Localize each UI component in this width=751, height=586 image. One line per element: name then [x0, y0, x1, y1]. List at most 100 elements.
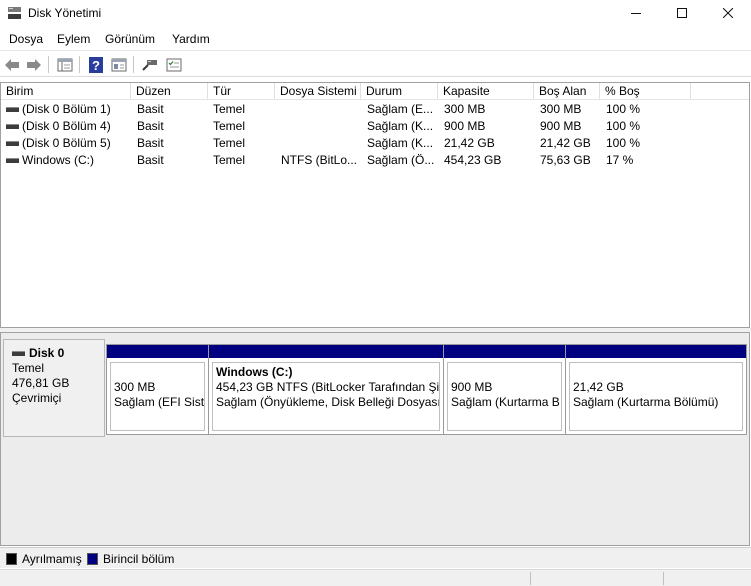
forward-arrow-icon [27, 58, 41, 71]
cell-tur: Temel [213, 153, 246, 167]
disk-size: 476,81 GB [12, 376, 70, 390]
cell-duzen: Basit [137, 119, 164, 133]
checklist-icon [166, 58, 182, 71]
partition-status: Sağlam (Önyükleme, Disk Belleği Dosyası, [216, 395, 439, 409]
partition-bar [107, 345, 208, 358]
title-bar: Disk Yönetimi [0, 0, 751, 28]
column-header-durum[interactable]: Durum [361, 83, 438, 100]
volume-icon [6, 158, 19, 163]
properties-icon [111, 58, 127, 71]
back-button[interactable] [3, 56, 21, 73]
menu-gorunum[interactable]: Görünüm [105, 32, 155, 46]
menu-yardim[interactable]: Yardım [172, 32, 210, 46]
cell-tur: Temel [213, 119, 246, 133]
legend-swatch-unallocated [6, 553, 17, 565]
cell-kapasite: 900 MB [444, 119, 486, 133]
partition-status: Sağlam (EFI Siste [114, 395, 204, 409]
menu-eylem[interactable]: Eylem [57, 32, 90, 46]
status-separator [663, 572, 664, 585]
partition-recovery-1[interactable]: 900 MB Sağlam (Kurtarma B [444, 345, 566, 434]
cell-dosya-sistemi [281, 135, 359, 152]
column-header-dosya-sistemi[interactable]: Dosya Sistemi [275, 83, 361, 100]
cell-birim: (Disk 0 Bölüm 5) [22, 136, 111, 150]
disk-0-partitions: 300 MB Sağlam (EFI Siste Windows (C:) 45… [106, 344, 747, 435]
back-arrow-icon [5, 58, 19, 71]
disk-graphical-view: Disk 0 Temel 476,81 GB Çevrimiçi 300 MB … [0, 332, 750, 546]
cell-kapasite: 21,42 GB [444, 136, 495, 150]
table-row[interactable]: Windows (C:) Basit Temel NTFS (BitLo... … [1, 152, 749, 169]
partition-size: 300 MB [114, 380, 156, 394]
cell-yuzde-bos: 17 % [606, 153, 634, 167]
partition-efi[interactable]: 300 MB Sağlam (EFI Siste [107, 345, 209, 434]
cell-duzen: Basit [137, 153, 164, 167]
legend-swatch-primary [87, 553, 98, 565]
connect-button[interactable] [141, 56, 159, 73]
partition-windows-c[interactable]: Windows (C:) 454,23 GB NTFS (BitLocker T… [209, 345, 444, 434]
legend-primary: Birincil bölüm [103, 552, 175, 566]
cell-durum: Sağlam (E... [367, 102, 434, 116]
partition-bar [444, 345, 565, 358]
partition-name [573, 365, 742, 380]
close-button[interactable] [705, 0, 751, 26]
cell-dosya-sistemi [281, 101, 359, 118]
status-bar [0, 569, 751, 586]
menu-bar: Dosya Eylem Görünüm Yardım [0, 29, 751, 49]
partition-status: Sağlam (Kurtarma B [451, 395, 560, 409]
disk-management-icon [7, 6, 22, 20]
window-title: Disk Yönetimi [28, 6, 102, 20]
cell-tur: Temel [213, 102, 246, 116]
column-header-yuzde-bos[interactable]: % Boş [600, 83, 691, 100]
connect-icon [142, 59, 157, 71]
cell-kapasite: 300 MB [444, 102, 486, 116]
help-button[interactable]: ? [87, 56, 105, 73]
forward-button[interactable] [25, 56, 43, 73]
disk-name: Disk 0 [29, 346, 65, 360]
cell-duzen: Basit [137, 102, 164, 116]
checklist-button[interactable] [165, 56, 183, 73]
column-header-kapasite[interactable]: Kapasite [438, 83, 534, 100]
toolbar-separator [79, 56, 80, 73]
partition-size: 454,23 GB NTFS (BitLocker Tarafından Şif… [216, 380, 439, 394]
disk-icon [12, 351, 25, 357]
partition-recovery-2[interactable]: 21,42 GB Sağlam (Kurtarma Bölümü) [566, 345, 746, 434]
column-header-duzen[interactable]: Düzen [131, 83, 208, 100]
disk-state: Çevrimiçi [12, 391, 62, 405]
toolbar-separator [133, 56, 134, 73]
cell-durum: Sağlam (K... [367, 136, 434, 150]
column-header-bos-alan[interactable]: Boş Alan [534, 83, 600, 100]
disk-0-label[interactable]: Disk 0 Temel 476,81 GB Çevrimiçi [3, 339, 105, 437]
cell-bos-alan: 75,63 GB [540, 153, 591, 167]
table-row[interactable]: (Disk 0 Bölüm 5) Basit Temel Sağlam (K..… [1, 135, 749, 152]
status-separator [530, 572, 531, 585]
properties-button[interactable] [110, 56, 128, 73]
toolbar: ? [0, 50, 751, 77]
cell-tur: Temel [213, 136, 246, 150]
partition-bar [566, 345, 746, 358]
console-tree-button[interactable] [56, 56, 74, 73]
help-icon: ? [89, 56, 103, 73]
column-header-birim[interactable]: Birim [1, 83, 131, 100]
volume-icon [6, 141, 19, 146]
cell-bos-alan: 300 MB [540, 102, 582, 116]
volume-icon [6, 124, 19, 129]
legend-unallocated: Ayrılmamış [22, 552, 82, 566]
column-header-tur[interactable]: Tür [208, 83, 275, 100]
cell-bos-alan: 21,42 GB [540, 136, 591, 150]
cell-dosya-sistemi: NTFS (BitLo... [281, 153, 358, 167]
maximize-button[interactable] [659, 0, 705, 26]
partition-status: Sağlam (Kurtarma Bölümü) [573, 395, 719, 409]
cell-durum: Sağlam (Ö... [367, 153, 435, 167]
legend: Ayrılmamış Birincil bölüm [0, 547, 751, 568]
cell-yuzde-bos: 100 % [606, 102, 641, 116]
partition-bar [209, 345, 443, 358]
minimize-button[interactable] [613, 0, 659, 26]
console-tree-icon [57, 58, 73, 71]
table-row[interactable]: (Disk 0 Bölüm 4) Basit Temel Sağlam (K..… [1, 118, 749, 135]
cell-durum: Sağlam (K... [367, 119, 434, 133]
partition-name [451, 365, 561, 380]
cell-birim: Windows (C:) [22, 153, 95, 167]
partition-size: 900 MB [451, 380, 493, 394]
cell-dosya-sistemi [281, 118, 359, 135]
table-row[interactable]: (Disk 0 Bölüm 1) Basit Temel Sağlam (E..… [1, 101, 749, 118]
menu-dosya[interactable]: Dosya [9, 32, 43, 46]
